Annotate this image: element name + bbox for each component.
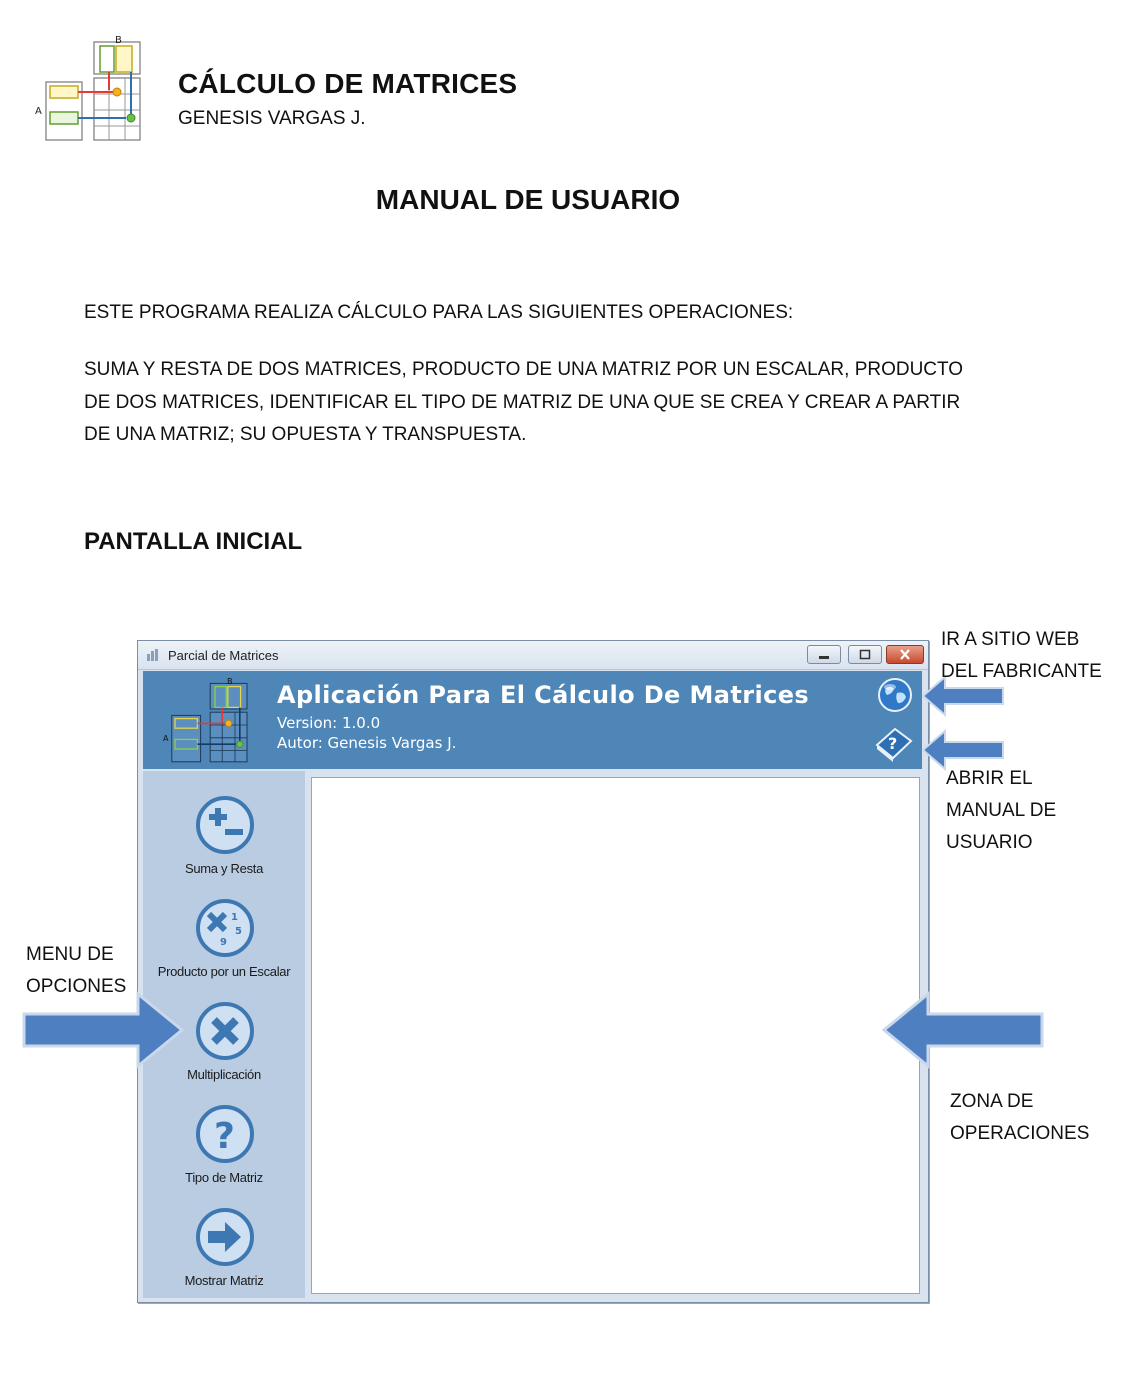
note-menu: MENU DE OPCIONES [26, 939, 126, 1003]
operations-zone[interactable] [311, 777, 920, 1294]
maximize-button[interactable] [848, 645, 882, 664]
plus-minus-icon [196, 796, 254, 854]
app-banner: B A Aplicación Para El Cálculo De Matric… [143, 671, 922, 769]
note-line: USUARIO [946, 832, 1033, 853]
menu-label: Suma y Resta [184, 861, 264, 876]
maximize-icon [859, 649, 871, 660]
svg-text:9: 9 [220, 937, 227, 948]
app-author: Autor: Genesis Vargas J. [277, 734, 457, 752]
window-title: Parcial de Matrices [168, 648, 279, 663]
app-version: Version: 1.0.0 [277, 714, 381, 732]
close-icon [900, 649, 910, 660]
menu-item-mostrar-matriz[interactable]: Mostrar Matriz [143, 1197, 305, 1297]
paragraph-line: SUMA Y RESTA DE DOS MATRICES, PRODUCTO D… [84, 359, 964, 380]
close-button[interactable] [886, 645, 924, 664]
svg-text:?: ? [888, 734, 897, 753]
note-line: ZONA DE [950, 1091, 1034, 1112]
note-line: OPCIONES [26, 976, 127, 997]
app-title: Aplicación Para El Cálculo De Matrices [277, 681, 810, 709]
logo-label-a: A [35, 106, 42, 117]
document-author: GENESIS VARGAS J. [178, 108, 366, 129]
arrow-to-operations-zone-icon [881, 990, 1044, 1070]
note-line: OPERACIONES [950, 1123, 1090, 1144]
intro-text: ESTE PROGRAMA REALIZA CÁLCULO PARA LAS S… [84, 302, 794, 323]
menu-label: Tipo de Matriz [185, 1170, 263, 1185]
section-title: PANTALLA INICIAL [84, 528, 303, 555]
website-globe-button[interactable] [877, 677, 913, 713]
menu-item-producto-por-un-escalar[interactable]: 1 5 9 Producto por un Escalar [143, 888, 305, 988]
svg-text:1: 1 [231, 912, 238, 923]
note-operations-zone: ZONA DE OPERACIONES [950, 1086, 1089, 1150]
note-line: MANUAL DE [946, 800, 1057, 821]
logo-label-b: B [227, 677, 233, 686]
menu-item-tipo-de-matriz[interactable]: ? Tipo de Matriz [143, 1094, 305, 1194]
note-line: MENU DE [26, 944, 114, 965]
minimize-icon [819, 656, 829, 659]
document-title: CÁLCULO DE MATRICES [178, 68, 518, 99]
app-window: Parcial de Matrices B A Aplicación Para … [137, 640, 929, 1303]
matrix-logo-icon: B A [35, 35, 141, 141]
menu-item-suma-y-resta[interactable]: Suma y Resta [143, 785, 305, 885]
matrix-logo-icon: B A [163, 677, 248, 763]
note-line: ABRIR EL [946, 768, 1033, 789]
multiply-icon [196, 1002, 254, 1060]
paragraph-line: DE UNA MATRIZ; SU OPUESTA Y TRANSPUESTA. [84, 424, 527, 445]
note-line: IR A SITIO WEB [941, 629, 1080, 650]
scalar-product-icon: 1 5 9 [196, 899, 254, 957]
description-paragraph: SUMA Y RESTA DE DOS MATRICES, PRODUCTO D… [84, 354, 984, 452]
svg-text:5: 5 [235, 926, 242, 937]
menu-label: Producto por un Escalar [157, 964, 291, 979]
svg-text:?: ? [214, 1116, 235, 1157]
paragraph-line: DE DOS MATRICES, IDENTIFICAR EL TIPO DE … [84, 391, 961, 413]
window-titlebar[interactable]: Parcial de Matrices [138, 641, 928, 670]
arrow-right-icon [196, 1208, 254, 1266]
minimize-button[interactable] [807, 645, 841, 664]
menu-label: Mostrar Matriz [184, 1273, 264, 1288]
logo-label-a: A [163, 734, 169, 743]
logo-label-b: B [115, 35, 122, 46]
question-icon: ? [196, 1105, 254, 1163]
note-manual: ABRIR EL MANUAL DE USUARIO [946, 763, 1056, 859]
note-website: IR A SITIO WEB DEL FABRICANTE [941, 624, 1102, 688]
user-manual-help-button[interactable]: ? [873, 725, 915, 763]
manual-title: MANUAL DE USUARIO [375, 184, 681, 215]
note-line: DEL FABRICANTE [941, 661, 1102, 682]
app-icon [147, 649, 158, 661]
